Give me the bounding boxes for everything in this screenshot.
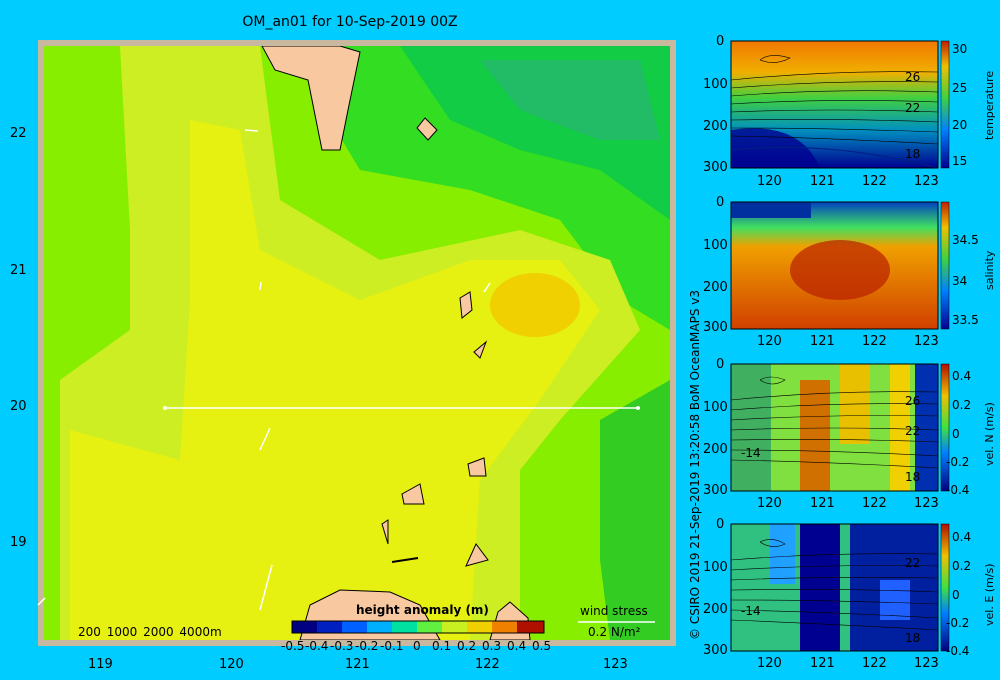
- veln-y-tick: 100: [703, 400, 728, 415]
- temp-y-tick: 300: [703, 160, 728, 175]
- veln-colorbar-label: vel. N (m/s): [983, 402, 996, 466]
- vele-cb-tick: -0.4: [946, 644, 970, 658]
- temp-cb-tick: 30: [952, 42, 968, 56]
- vele-y-tick: 0: [716, 517, 725, 532]
- temp-contour-label: 22: [905, 101, 921, 115]
- veln-x-tick: 122: [862, 496, 887, 511]
- section-graphics: [730, 40, 950, 652]
- veln-x-tick: 123: [914, 496, 939, 511]
- vele-contour-label: 18: [905, 631, 921, 645]
- vele-y-tick: 100: [703, 560, 728, 575]
- temp-x-tick: 123: [914, 174, 939, 189]
- vele-contour-label: 22: [905, 556, 921, 570]
- sal-y-tick: 200: [703, 280, 728, 295]
- temp-contour-label: 18: [905, 147, 921, 161]
- vele-contour-label: -14: [741, 604, 761, 618]
- sal-cb-tick: 34: [952, 274, 968, 288]
- veln-contour-label: 18: [905, 470, 921, 484]
- vele-x-tick: 122: [862, 656, 887, 671]
- vele-cb-tick: 0: [952, 588, 960, 602]
- vele-cb-tick: 0.4: [952, 530, 972, 544]
- sal-x-tick: 121: [810, 334, 835, 349]
- veln-x-tick: 120: [757, 496, 782, 511]
- veln-cb-tick: -0.4: [946, 483, 970, 497]
- temp-cb-tick: 15: [952, 154, 968, 168]
- veln-contour-label: -14: [741, 446, 761, 460]
- temp-x-tick: 120: [757, 174, 782, 189]
- temp-cb-tick: 25: [952, 81, 968, 95]
- vele-x-tick: 121: [810, 656, 835, 671]
- vele-colorbar-label: vel. E (m/s): [983, 563, 996, 626]
- veln-y-tick: 300: [703, 483, 728, 498]
- temp-y-tick: 100: [703, 77, 728, 92]
- sal-x-tick: 123: [914, 334, 939, 349]
- veln-contour-label: 22: [905, 424, 921, 438]
- sal-y-tick: 0: [716, 195, 725, 210]
- temp-colorbar-label: temperature: [983, 70, 996, 140]
- temp-x-tick: 122: [862, 174, 887, 189]
- temp-y-tick: 0: [716, 34, 725, 49]
- sal-x-tick: 120: [757, 334, 782, 349]
- sal-y-tick: 100: [703, 238, 728, 253]
- sal-cb-tick: 33.5: [952, 313, 979, 327]
- veln-y-tick: 0: [716, 357, 725, 372]
- sal-y-tick: 300: [703, 320, 728, 335]
- temp-contour-label: 26: [905, 70, 921, 84]
- temp-y-tick: 200: [703, 119, 728, 134]
- vele-x-tick: 120: [757, 656, 782, 671]
- vele-y-tick: 200: [703, 602, 728, 617]
- vele-y-tick: 300: [703, 643, 728, 658]
- veln-x-tick: 121: [810, 496, 835, 511]
- vele-x-tick: 123: [914, 656, 939, 671]
- veln-cb-tick: 0.4: [952, 369, 972, 383]
- vele-cb-tick: 0.2: [952, 559, 972, 573]
- temp-cb-tick: 20: [952, 118, 968, 132]
- sal-x-tick: 122: [862, 334, 887, 349]
- credit-text: © CSIRO 2019 21-Sep-2019 13:20:58 BoM Oc…: [688, 289, 702, 640]
- veln-contour-label: 26: [905, 394, 921, 408]
- veln-cb-tick: 0: [952, 427, 960, 441]
- salinity-section: [730, 201, 950, 330]
- veln-cb-tick: 0.2: [952, 398, 972, 412]
- sal-colorbar-label: salinity: [983, 250, 996, 290]
- veln-cb-tick: -0.2: [946, 455, 970, 469]
- sal-cb-tick: 34.5: [952, 233, 979, 247]
- veln-y-tick: 200: [703, 442, 728, 457]
- temp-x-tick: 121: [810, 174, 835, 189]
- vele-cb-tick: -0.2: [946, 616, 970, 630]
